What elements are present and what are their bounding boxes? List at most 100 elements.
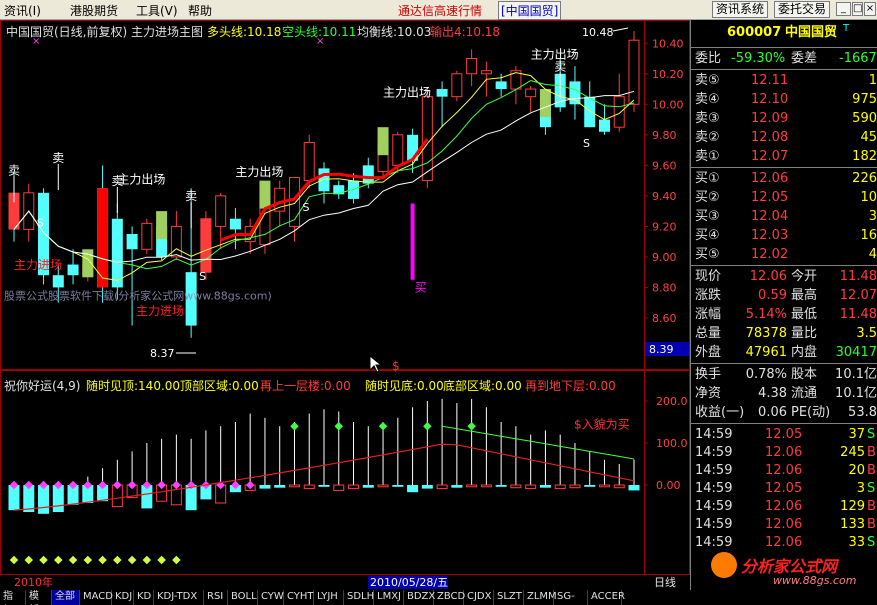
tab-boll[interactable]: BOLL bbox=[228, 590, 258, 605]
tab-cjdx[interactable]: CJDX bbox=[464, 590, 494, 605]
sub-bar bbox=[466, 484, 478, 488]
tab-指标[interactable]: 指标 bbox=[0, 590, 26, 605]
tab-zlmm[interactable]: ZLMM bbox=[524, 590, 557, 605]
app-title: 通达信高速行情 bbox=[398, 4, 483, 18]
logo-mark-icon bbox=[711, 552, 737, 578]
menu-help[interactable]: 帮助 bbox=[188, 2, 212, 19]
sub-bar bbox=[38, 485, 50, 514]
signal-bar bbox=[200, 218, 212, 273]
stat-row: 涨跌 0.59 最高 12.07 bbox=[691, 286, 877, 305]
tab-lyjh[interactable]: LYJH bbox=[314, 590, 344, 605]
candle-body bbox=[52, 275, 64, 288]
buy-level: 买⑤ 12.02 4 bbox=[691, 245, 877, 264]
tab-zbcd[interactable]: ZBCD bbox=[434, 590, 465, 605]
minimize-icon[interactable]: _ bbox=[836, 2, 851, 16]
stat-row-cell: 股本 bbox=[791, 367, 818, 382]
title-stock-tag: [中国国贸] bbox=[498, 1, 562, 20]
sub-bar bbox=[333, 484, 345, 491]
tick-row: 14:59 12.06 20 B bbox=[691, 461, 877, 480]
tab-sdlh[interactable]: SDLH bbox=[344, 590, 374, 605]
sell-label: 卖 bbox=[185, 189, 197, 203]
sub-diamond-icon bbox=[290, 421, 299, 431]
legend-output4: 输出4:10.18 bbox=[430, 25, 501, 39]
tick-row-cell: 12.05 bbox=[765, 481, 803, 496]
menu-news[interactable]: 资讯(I) bbox=[4, 2, 41, 19]
candle-body bbox=[525, 88, 537, 98]
tab-kdj-tdx[interactable]: KDJ-TDX bbox=[154, 590, 204, 605]
buy-level-cell: 12.03 bbox=[751, 228, 789, 243]
sell-level-cell: 卖③ bbox=[695, 111, 720, 126]
tab-全部[interactable]: 全部 bbox=[52, 590, 80, 605]
tab-bdzx[interactable]: BDZX bbox=[404, 590, 435, 605]
stat-row-cell: 换手 bbox=[695, 367, 722, 382]
tab-kdj[interactable]: KDJ bbox=[112, 590, 134, 605]
stat-row: 外盘 47961 内盘 30417 bbox=[691, 343, 877, 362]
tab-kd[interactable]: KD bbox=[134, 590, 154, 605]
stat-row-cell: 最高 bbox=[791, 288, 818, 303]
stat-row-cell: 涨幅 bbox=[695, 307, 722, 322]
price-tick-label: 10.40 bbox=[652, 37, 684, 50]
menu-hk-futures[interactable]: 港股期货 bbox=[70, 2, 118, 19]
legend-top-zone: 顶部区域:0.00 bbox=[180, 379, 259, 393]
stat-row: 换手 0.78% 股本 10.1亿 bbox=[691, 365, 877, 384]
divider bbox=[691, 265, 877, 266]
tab-cyht[interactable]: CYHT bbox=[284, 590, 314, 605]
status-right bbox=[690, 590, 877, 605]
sub-diamond-icon bbox=[68, 555, 78, 565]
tab-sg-lb[interactable]: SG-LB bbox=[554, 590, 588, 605]
buy-level-cell: 买② bbox=[695, 190, 720, 205]
tab-macd[interactable]: MACD bbox=[80, 590, 113, 605]
news-system-button[interactable]: 资讯系统 bbox=[712, 1, 769, 18]
tab-lmxj[interactable]: LMXJ bbox=[374, 590, 404, 605]
candle-body bbox=[613, 96, 625, 128]
buy-level-cell: 买④ bbox=[695, 228, 720, 243]
high-label: 10.48 bbox=[582, 26, 614, 39]
tick-row-cell: 14:59 bbox=[695, 481, 733, 496]
tick-row-cell: 12.06 bbox=[765, 535, 803, 550]
stat-row-cell: PE(动) bbox=[791, 405, 831, 420]
kline-chart[interactable]: 10.40 10.20 10.00 9.80 9.60 9.40 9.20 9.00 8.80 8… bbox=[0, 20, 690, 590]
sub-bar bbox=[362, 485, 374, 488]
tick-row-cell: 14:59 bbox=[695, 445, 733, 460]
sub-bar bbox=[569, 484, 581, 489]
legend-up-floor: 再上一层楼:0.00 bbox=[260, 379, 351, 393]
tab-accer[interactable]: ACCER bbox=[588, 590, 625, 605]
candle-body bbox=[466, 58, 478, 75]
stat-row-cell: 47961 bbox=[745, 345, 787, 360]
stat-row: 净资 4.38 流通 10.1亿 bbox=[691, 384, 877, 403]
menu-tools[interactable]: 工具(V) bbox=[136, 2, 178, 19]
tick-row-cell: 14:59 bbox=[695, 499, 733, 514]
sell-level-cell: 卖② bbox=[695, 130, 720, 145]
sub-diamond-icon bbox=[98, 555, 107, 565]
buy-level-cell: 12.04 bbox=[751, 209, 789, 224]
sell-level-cell: 12.09 bbox=[751, 111, 789, 126]
stat-row-cell: 涨跌 bbox=[695, 288, 722, 303]
buy-level: 买③ 12.04 3 bbox=[691, 207, 877, 226]
stat-row-cell: 总量 bbox=[695, 326, 722, 341]
signal-bar-green bbox=[259, 180, 271, 209]
maximize-icon[interactable]: □ bbox=[852, 2, 863, 16]
low-label: 8.37 bbox=[150, 347, 175, 360]
candle-body bbox=[318, 168, 330, 192]
weibi-label: 委比 bbox=[695, 51, 722, 66]
tab-slzt[interactable]: SLZT bbox=[494, 590, 524, 605]
stat-row-cell: 12.06 bbox=[749, 269, 787, 284]
divider bbox=[691, 423, 877, 424]
tab-cyw[interactable]: CYW bbox=[258, 590, 284, 605]
stat-row-cell: 0.78% bbox=[745, 367, 787, 382]
sell-level: 卖③ 12.09 590 bbox=[691, 109, 877, 128]
trade-button[interactable]: 委托交易 bbox=[774, 1, 831, 18]
main-out-label: 主力出场 bbox=[117, 173, 165, 187]
candle-body bbox=[111, 218, 123, 288]
close-icon[interactable]: × bbox=[864, 2, 876, 16]
stock-code: 600007 bbox=[727, 25, 782, 40]
tab-模板[interactable]: 模板 bbox=[26, 590, 52, 605]
tick-row-cell: B bbox=[867, 445, 876, 460]
sub-bar bbox=[288, 484, 300, 488]
date-right: 日线 bbox=[654, 575, 676, 589]
sub-bar bbox=[377, 484, 389, 488]
candle-body bbox=[421, 96, 433, 182]
chart-area[interactable]: 10.40 10.20 10.00 9.80 9.60 9.40 9.20 9.00 8.80 8… bbox=[0, 20, 690, 590]
tab-rsi[interactable]: RSI bbox=[204, 590, 228, 605]
tick-row-cell: 14:59 bbox=[695, 517, 733, 532]
